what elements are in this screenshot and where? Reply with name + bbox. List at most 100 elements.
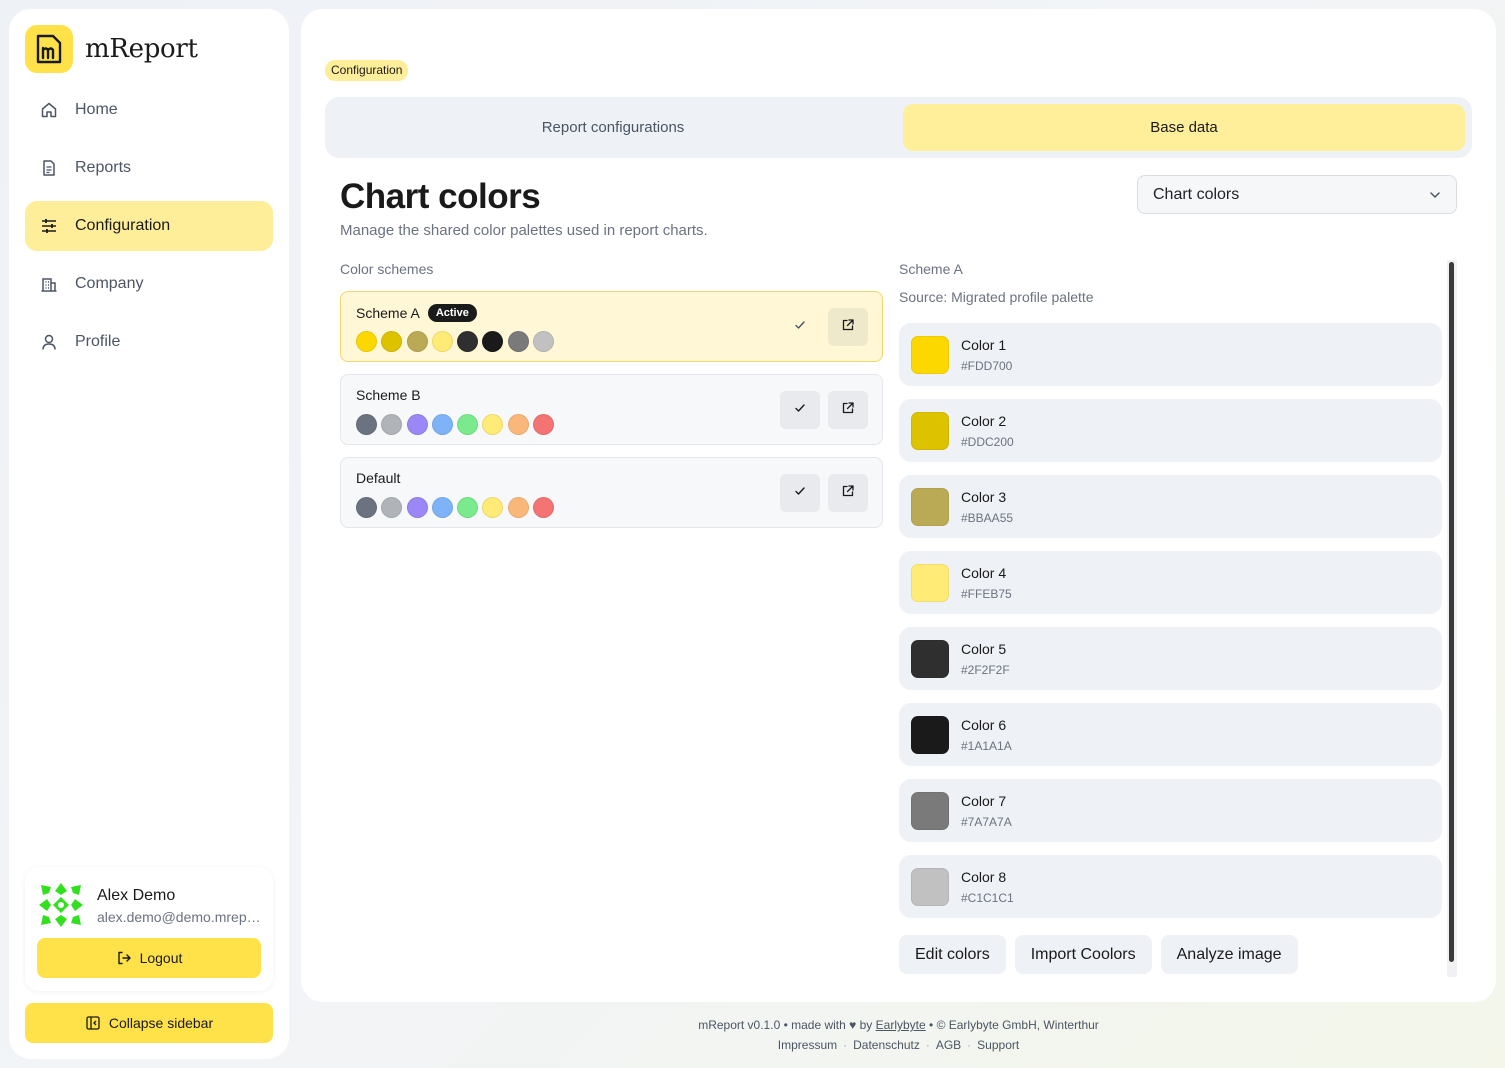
color-row[interactable]: Color 7 #7A7A7A: [899, 779, 1442, 842]
footer-line-1: mReport v0.1.0 • made with ♥ by Earlybyt…: [301, 1015, 1496, 1035]
color-chip: [911, 716, 949, 754]
building-icon: [39, 274, 59, 294]
color-swatch: [356, 331, 377, 352]
scheme-card-b[interactable]: Scheme B: [340, 374, 883, 445]
color-name: Color 7: [961, 793, 1007, 809]
logout-button[interactable]: Logout: [37, 938, 261, 978]
sidebar-item-configuration[interactable]: Configuration: [25, 201, 273, 251]
color-swatch: [381, 331, 403, 352]
document-icon: [39, 158, 59, 178]
collapse-sidebar-button[interactable]: Collapse sidebar: [25, 1003, 273, 1043]
logout-label: Logout: [139, 950, 183, 966]
base-data-select[interactable]: Chart colors: [1137, 175, 1457, 214]
color-row[interactable]: Color 8 #C1C1C1: [899, 855, 1442, 918]
color-list: Color 1 #FDD700 Color 2 #DDC200 Color 3 #BB…: [899, 323, 1442, 931]
color-row[interactable]: Color 4 #FFEB75: [899, 551, 1442, 614]
color-chip: [911, 488, 949, 526]
edit-colors-button[interactable]: Edit colors: [899, 935, 1006, 974]
active-badge: Active: [427, 304, 477, 322]
color-hex: #C1C1C1: [961, 891, 1014, 905]
color-swatch: [431, 497, 453, 518]
scheme-card-a[interactable]: Scheme A Active: [340, 291, 883, 362]
sidebar-item-label: Company: [75, 275, 144, 292]
color-chip: [911, 868, 949, 906]
footer-link-support[interactable]: Support: [977, 1038, 1019, 1052]
separator: ·: [967, 1038, 972, 1052]
brand[interactable]: mReport: [25, 25, 198, 73]
chevron-down-icon: [1428, 188, 1442, 207]
separator: ·: [843, 1038, 848, 1052]
color-hex: #2F2F2F: [961, 663, 1010, 677]
sidebar: mReport Home Reports Configuration Compa…: [9, 9, 289, 1059]
color-name: Color 1: [961, 337, 1007, 353]
footer-link-datenschutz[interactable]: Datenschutz: [853, 1038, 920, 1052]
scheme-source: Source: Migrated profile palette: [899, 289, 1094, 305]
app-name: mReport: [85, 34, 198, 64]
color-name: Color 8: [961, 869, 1007, 885]
sidebar-item-reports[interactable]: Reports: [25, 143, 273, 193]
user-email: alex.demo@demo.mreport.ch: [97, 909, 265, 925]
user-card: Alex Demo alex.demo@demo.mreport.ch Logo…: [25, 867, 273, 991]
external-link-icon: [841, 401, 855, 420]
collapse-sidebar-label: Collapse sidebar: [108, 1015, 214, 1031]
sidebar-item-label: Reports: [75, 159, 132, 176]
color-name: Color 6: [961, 717, 1007, 733]
footer-link-impressum[interactable]: Impressum: [778, 1038, 837, 1052]
scrollbar-thumb[interactable]: [1449, 262, 1454, 962]
open-scheme-button[interactable]: [828, 308, 868, 346]
main-content: Configuration Report configurations Base…: [301, 9, 1496, 1002]
color-row[interactable]: Color 1 #FDD700: [899, 323, 1442, 386]
color-swatch: [406, 497, 428, 518]
tab-base-data[interactable]: Base data: [903, 104, 1465, 151]
tab-report-configurations[interactable]: Report configurations: [332, 104, 894, 151]
footer-link-agb[interactable]: AGB: [936, 1038, 961, 1052]
analyze-image-button[interactable]: Analyze image: [1160, 935, 1298, 974]
scheme-name: Scheme B: [356, 387, 421, 403]
activate-scheme-button[interactable]: [780, 391, 820, 429]
sidebar-nav: Home Reports Configuration Company Profi…: [25, 85, 273, 375]
color-hex: #DDC200: [961, 435, 1014, 449]
color-row[interactable]: Color 3 #BBAA55: [899, 475, 1442, 538]
color-schemes-label: Color schemes: [340, 261, 434, 277]
selected-scheme-title: Scheme A: [899, 261, 963, 277]
color-row[interactable]: Color 5 #2F2F2F: [899, 627, 1442, 690]
color-swatch: [482, 414, 504, 435]
color-swatch: [356, 497, 377, 518]
scheme-card-default[interactable]: Default: [340, 457, 883, 528]
tab-bar: Report configurations Base data: [325, 97, 1472, 158]
color-actions: Edit colors Import Coolors Analyze image: [899, 935, 1307, 974]
color-row[interactable]: Color 6 #1A1A1A: [899, 703, 1442, 766]
avatar[interactable]: [37, 881, 85, 929]
sidebar-item-home[interactable]: Home: [25, 85, 273, 135]
open-scheme-button[interactable]: [828, 391, 868, 429]
color-row[interactable]: Color 2 #DDC200: [899, 399, 1442, 462]
page-title: Chart colors: [340, 177, 541, 216]
sidebar-item-company[interactable]: Company: [25, 259, 273, 309]
external-link-icon: [841, 484, 855, 503]
earlybyte-link[interactable]: Earlybyte: [876, 1018, 926, 1032]
activate-scheme-button[interactable]: [780, 308, 820, 346]
sliders-icon: [39, 216, 59, 236]
activate-scheme-button[interactable]: [780, 474, 820, 512]
scheme-name: Scheme A: [356, 305, 420, 321]
color-swatch: [482, 497, 504, 518]
color-name: Color 2: [961, 413, 1007, 429]
color-swatch: [356, 414, 377, 435]
user-icon: [39, 332, 59, 352]
check-icon: [793, 484, 807, 503]
breadcrumb[interactable]: Configuration: [325, 60, 409, 81]
open-scheme-button[interactable]: [828, 474, 868, 512]
color-swatch: [507, 414, 529, 435]
color-hex: #FDD700: [961, 359, 1013, 373]
color-chip: [911, 336, 949, 374]
user-name: Alex Demo: [97, 887, 176, 904]
color-hex: #FFEB75: [961, 587, 1012, 601]
color-swatch: [533, 331, 555, 352]
color-chip: [911, 792, 949, 830]
import-coolors-button[interactable]: Import Coolors: [1014, 935, 1152, 974]
color-swatch: [406, 414, 428, 435]
sidebar-item-profile[interactable]: Profile: [25, 317, 273, 367]
separator: ·: [925, 1038, 930, 1052]
color-hex: #7A7A7A: [961, 815, 1012, 829]
color-swatch: [431, 414, 453, 435]
